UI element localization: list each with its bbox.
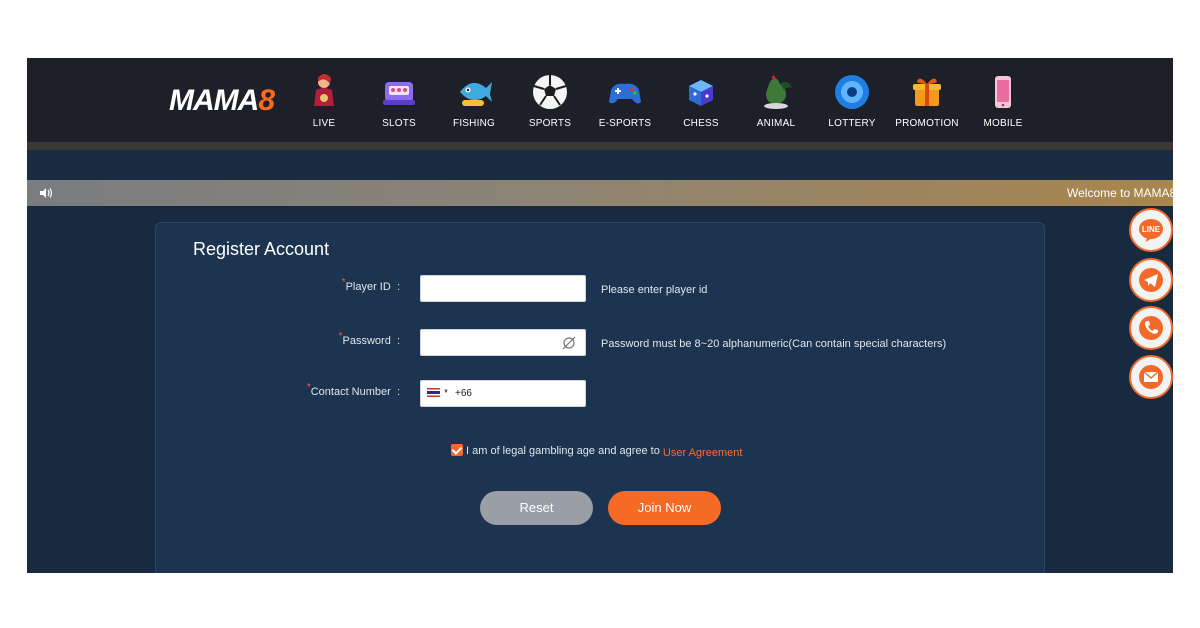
telegram-contact-button[interactable] — [1129, 258, 1173, 302]
telegram-icon — [1139, 268, 1163, 292]
nav-label: PROMOTION — [895, 118, 959, 129]
player-id-hint: Please enter player id — [601, 284, 708, 296]
nav-label: FISHING — [453, 118, 495, 129]
sub-bar — [27, 150, 1173, 180]
required-mark: * — [338, 331, 343, 342]
page-frame: MAMA8 LIVE SLOTS FISHING SPORTS E-SPORTS… — [27, 58, 1173, 573]
nav-label: LIVE — [312, 118, 336, 129]
lottery-ball-icon — [835, 75, 869, 109]
agreement-text: I am of legal gambling age and agree to — [466, 445, 660, 457]
top-navigation: MAMA8 LIVE SLOTS FISHING SPORTS E-SPORTS… — [27, 58, 1173, 146]
nav-item-slots[interactable]: SLOTS — [362, 70, 436, 134]
eye-hidden-icon[interactable] — [561, 335, 577, 351]
thailand-flag-icon[interactable] — [427, 388, 440, 397]
nav-item-promotion[interactable]: PROMOTION — [890, 70, 964, 134]
phone-contact-button[interactable] — [1129, 306, 1173, 350]
agreement-row: I am of legal gambling age and agree to … — [451, 444, 742, 459]
dice-icon — [689, 80, 713, 106]
nav-item-lottery[interactable]: LOTTERY — [815, 70, 889, 134]
nav-item-chess[interactable]: CHESS — [664, 70, 738, 146]
nav-label: E-SPORTS — [598, 118, 652, 129]
nav-item-fishing[interactable]: FISHING — [437, 70, 511, 134]
contact-number-field[interactable]: ▼ +66 — [420, 380, 586, 407]
mobile-phone-icon — [995, 76, 1011, 108]
password-field[interactable] — [420, 329, 586, 356]
gift-icon — [913, 78, 941, 106]
page-title: Register Account — [193, 239, 330, 259]
user-agreement-link[interactable]: User Agreement — [663, 447, 742, 459]
soccer-ball-icon — [533, 75, 567, 109]
brand-logo[interactable]: MAMA8 — [169, 84, 275, 118]
nav-divider — [27, 142, 1173, 150]
nav-label: ANIMAL — [756, 118, 796, 129]
contact-number-label: *Contact Number : — [306, 382, 400, 398]
country-dropdown-icon[interactable]: ▼ — [443, 389, 449, 395]
line-contact-button[interactable]: LINE — [1129, 208, 1173, 252]
agreement-checkbox[interactable] — [451, 444, 463, 456]
live-dealer-icon — [314, 74, 334, 106]
nav-label: SLOTS — [382, 118, 416, 129]
nav-label: MOBILE — [983, 118, 1023, 129]
nav-label: SPORTS — [528, 118, 572, 129]
rooster-icon — [764, 75, 792, 109]
nav-item-mobile[interactable]: MOBILE — [966, 70, 1040, 134]
password-label: *Password : — [338, 331, 400, 347]
nav-item-animal[interactable]: ANIMAL — [739, 70, 813, 134]
speaker-icon[interactable] — [39, 186, 53, 200]
email-contact-button[interactable] — [1129, 355, 1173, 399]
slot-machine-icon — [383, 82, 415, 105]
marquee-text: Welcome to MAMA8 — [1067, 186, 1173, 200]
gamepad-icon — [609, 83, 641, 104]
join-now-button[interactable]: Join Now — [608, 491, 721, 525]
player-id-label: *Player ID : — [341, 277, 400, 293]
nav-item-live[interactable]: LIVE — [287, 70, 361, 134]
nav-item-sports[interactable]: SPORTS — [513, 70, 587, 134]
envelope-icon — [1139, 365, 1163, 389]
announcement-marquee: Welcome to MAMA8 — [27, 180, 1173, 206]
nav-label: LOTTERY — [828, 118, 876, 129]
required-mark: * — [306, 382, 311, 393]
required-mark: * — [341, 277, 346, 288]
dial-code: +66 — [455, 388, 472, 399]
player-id-input[interactable] — [420, 275, 586, 302]
phone-icon — [1139, 316, 1163, 340]
reset-button[interactable]: Reset — [480, 491, 593, 525]
fish-icon — [460, 82, 492, 106]
nav-item-esports[interactable]: E-SPORTS — [588, 70, 662, 134]
line-icon: LINE — [1139, 219, 1163, 242]
register-panel: Register Account *Player ID : Please ent… — [155, 222, 1045, 573]
password-hint: Password must be 8~20 alphanumeric(Can c… — [601, 338, 947, 350]
nav-label: CHESS — [683, 118, 719, 129]
svg-text:LINE: LINE — [1142, 225, 1161, 234]
